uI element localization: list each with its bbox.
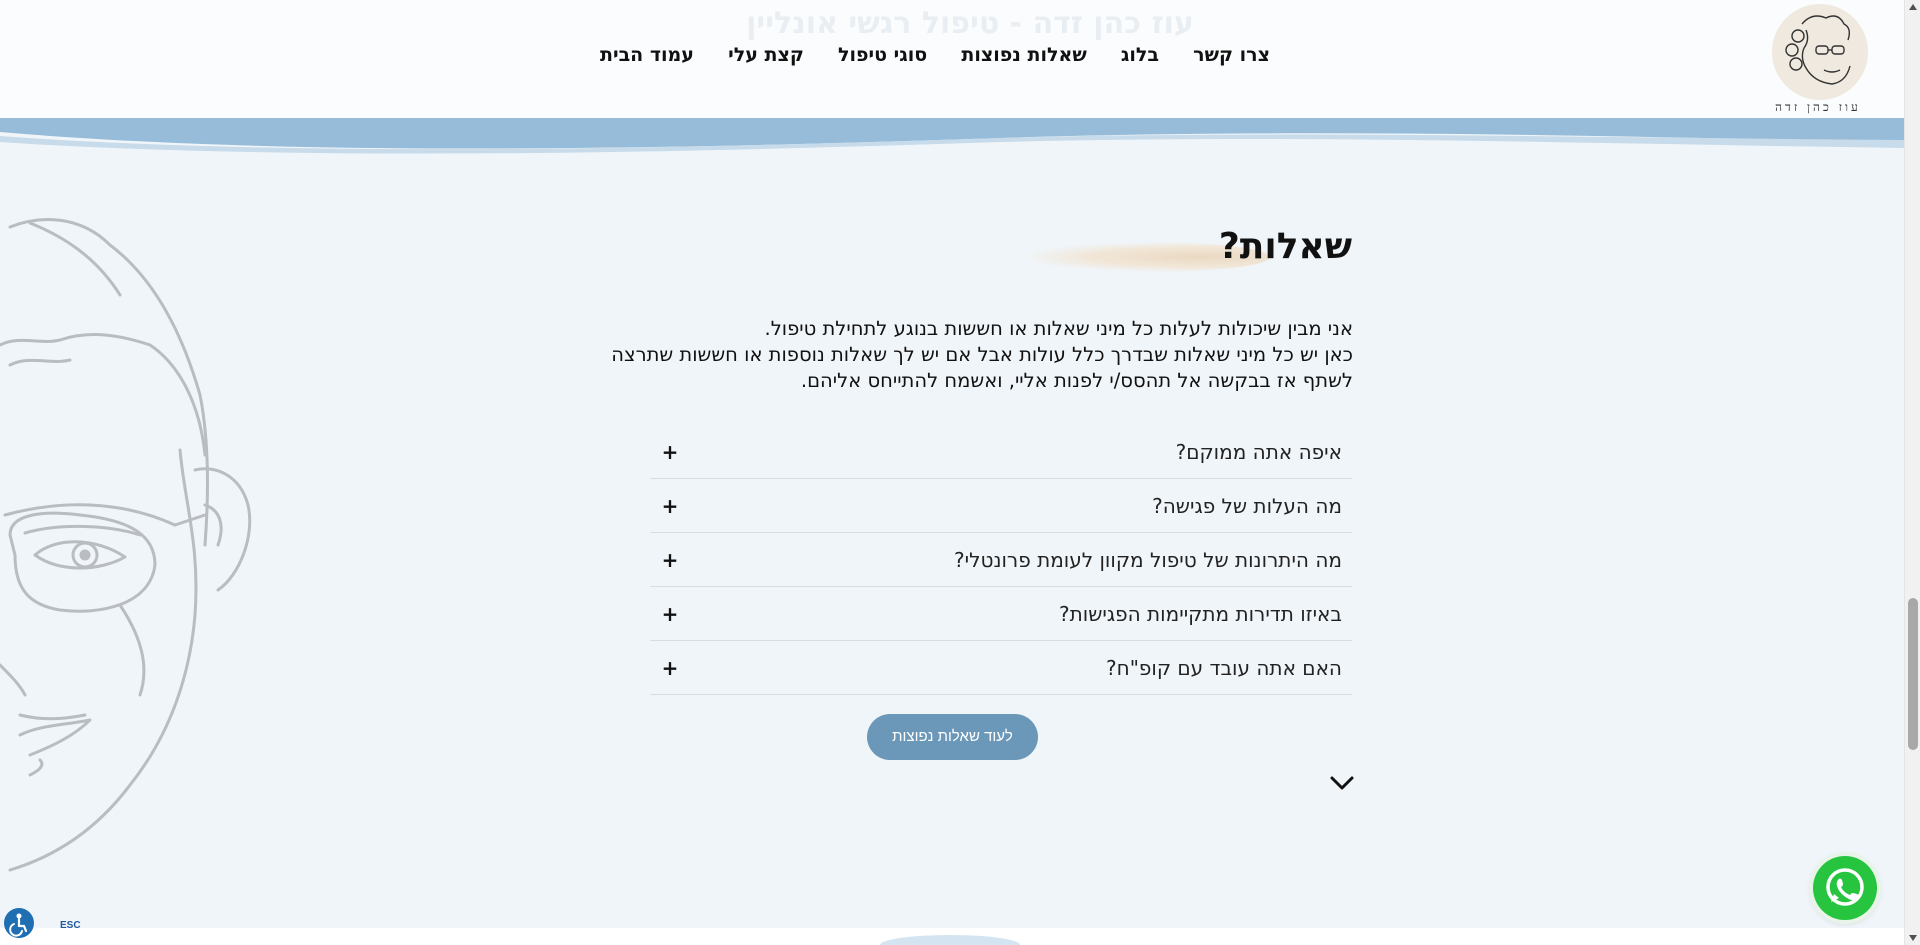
nav-item-treatments[interactable]: סוגי טיפול bbox=[838, 44, 927, 74]
plus-icon: + bbox=[661, 547, 679, 572]
faq-question: מה העלות של פגישה? bbox=[1152, 493, 1342, 518]
scroll-down-icon[interactable] bbox=[1909, 935, 1917, 941]
faq-accordion: + איפה אתה ממוקם? + מה העלות של פגישה? +… bbox=[650, 425, 1352, 695]
face-drawing bbox=[0, 218, 252, 872]
accessibility-button[interactable] bbox=[4, 908, 34, 938]
faq-question: מה היתרונות של טיפול מקוון לעומת פרונטלי… bbox=[954, 547, 1342, 572]
bottom-strip bbox=[0, 928, 1904, 945]
main-nav: עמוד הבית קצת עלי סוגי טיפול שאלות נפוצו… bbox=[600, 44, 1270, 74]
logo-portrait bbox=[1772, 4, 1868, 100]
nav-item-blog[interactable]: בלוג bbox=[1121, 44, 1159, 74]
header-ghost-text: עוז כהן זדה - טיפול רגשי אונליין bbox=[746, 6, 1194, 41]
faq-item-health-fund[interactable]: + האם אתה עובד עם קופ"ח? bbox=[650, 641, 1352, 695]
nav-item-contact[interactable]: צרו קשר bbox=[1193, 44, 1270, 74]
plus-icon: + bbox=[661, 655, 679, 680]
faq-question: באיזו תדירות מתקיימות הפגישות? bbox=[1059, 601, 1342, 626]
scroll-thumb[interactable] bbox=[1908, 598, 1918, 750]
plus-icon: + bbox=[661, 601, 679, 626]
intro-line: אני מבין שיכולות לעלות כל מיני שאלות או … bbox=[764, 317, 1354, 340]
intro-line: לשתף אז בבקשה אל תהסס/י לפנות אליי, ואשמ… bbox=[800, 369, 1353, 392]
faq-item-frequency[interactable]: + באיזו תדירות מתקיימות הפגישות? bbox=[650, 587, 1352, 641]
whatsapp-icon bbox=[1826, 868, 1864, 906]
intro-paragraph: אני מבין שיכולות לעלות כל מיני שאלות או … bbox=[580, 316, 1353, 394]
plus-icon: + bbox=[661, 493, 679, 518]
faq-item-online-benefits[interactable]: + מה היתרונות של טיפול מקוון לעומת פרונט… bbox=[650, 533, 1352, 587]
header-wave bbox=[0, 118, 1904, 154]
faq-question: איפה אתה ממוקם? bbox=[1175, 439, 1342, 464]
section-title: שאלות? bbox=[1218, 226, 1352, 267]
chevron-down-icon[interactable] bbox=[1328, 772, 1356, 794]
esc-label[interactable]: ESC bbox=[60, 920, 81, 931]
page-scrollbar[interactable] bbox=[1904, 0, 1920, 945]
site-header: עוז כהן זדה - טיפול רגשי אונליין עמוד הב… bbox=[0, 0, 1904, 118]
logo-text: עוז כהן זדה bbox=[1775, 100, 1861, 114]
scroll-up-icon[interactable] bbox=[1909, 4, 1917, 10]
accessibility-icon bbox=[9, 913, 28, 937]
plus-icon: + bbox=[661, 439, 679, 464]
section-title-wrap: שאלות? bbox=[1020, 226, 1352, 282]
site-logo[interactable]: עוז כהן זדה bbox=[1762, 2, 1874, 114]
nav-item-about[interactable]: קצת עלי bbox=[728, 44, 804, 74]
whatsapp-button[interactable] bbox=[1813, 856, 1877, 920]
faq-item-cost[interactable]: + מה העלות של פגישה? bbox=[650, 479, 1352, 533]
more-faq-button[interactable]: לעוד שאלות נפוצות bbox=[867, 714, 1038, 760]
nav-item-home[interactable]: עמוד הבית bbox=[600, 44, 694, 74]
faq-question: האם אתה עובד עם קופ"ח? bbox=[1106, 655, 1342, 680]
faq-item-location[interactable]: + איפה אתה ממוקם? bbox=[650, 425, 1352, 479]
nav-item-faq[interactable]: שאלות נפוצות bbox=[961, 44, 1086, 74]
intro-line: כאן יש כל מיני שאלות שבדרך כלל עולות אבל… bbox=[611, 343, 1353, 366]
